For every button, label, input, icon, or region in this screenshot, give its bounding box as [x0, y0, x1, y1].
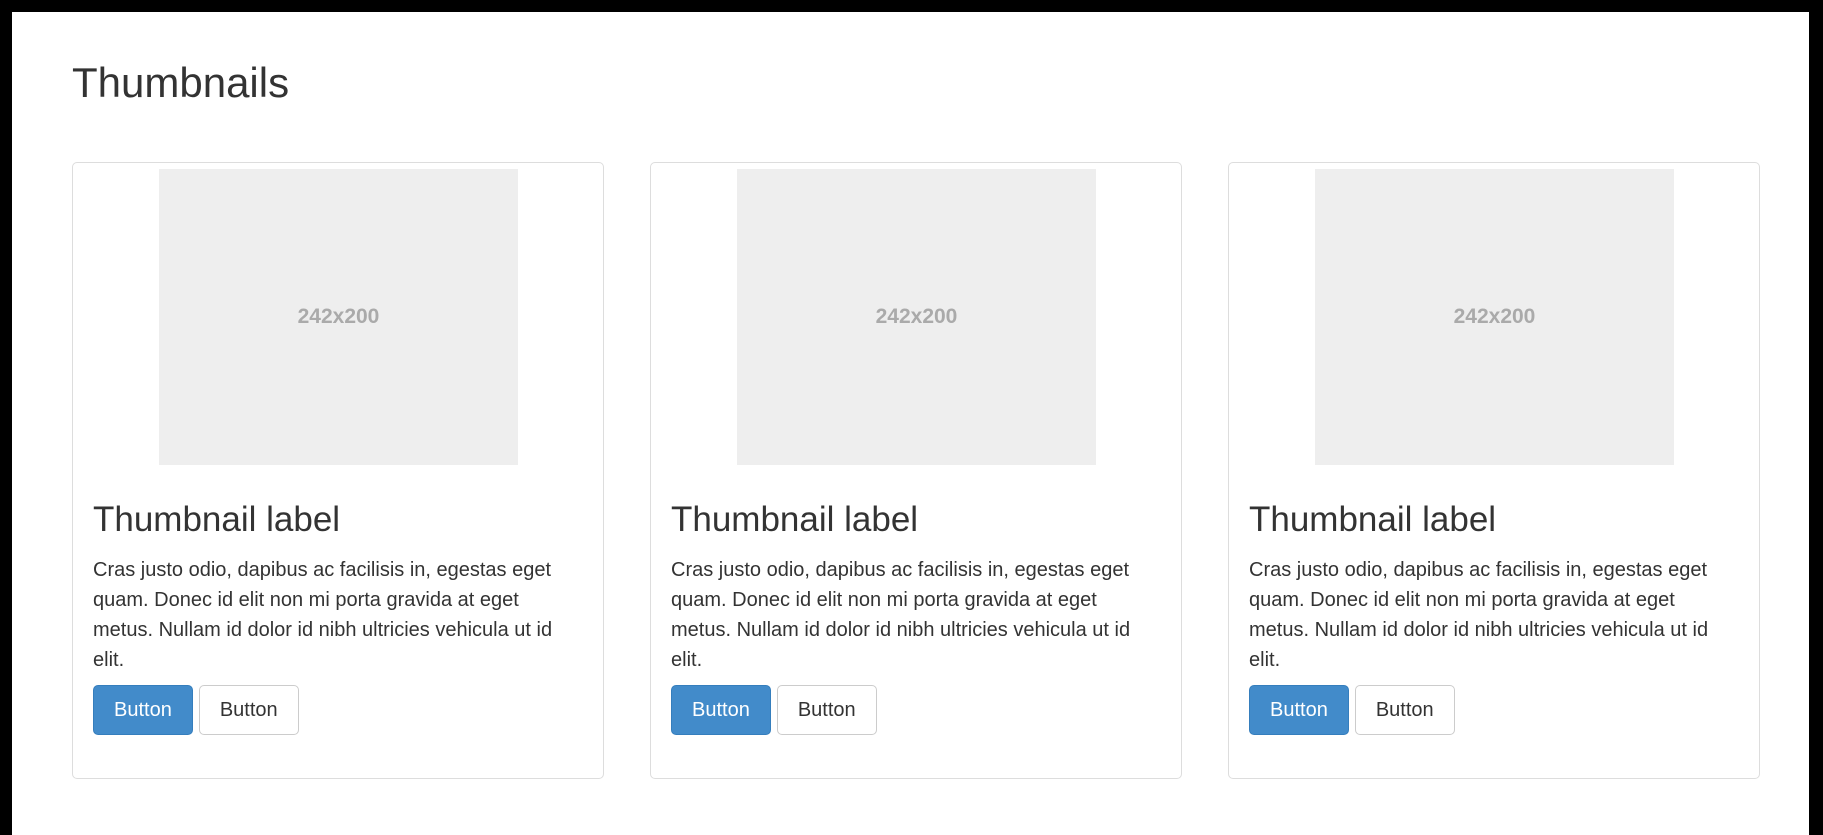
primary-button[interactable]: Button [93, 684, 193, 735]
thumbnail-label: Thumbnail label [671, 500, 919, 539]
default-button[interactable]: Button [776, 684, 877, 735]
thumbnail-image-placeholder: 242x200 [159, 169, 518, 465]
thumbnail-text: Cras justo odio, dapibus ac facilisis in… [93, 558, 553, 671]
thumbnail-caption: Thumbnail label Cras justo odio, dapibus… [671, 500, 1161, 735]
thumbnail-buttons: Button Button [93, 684, 583, 735]
thumbnail-card: 242x200 Thumbnail label Cras justo odio,… [72, 162, 604, 779]
thumbnail-buttons: Button Button [671, 684, 1161, 735]
thumbnail-text: Cras justo odio, dapibus ac facilisis in… [671, 558, 1131, 671]
thumbnail-card: 242x200 Thumbnail label Cras justo odio,… [650, 162, 1182, 779]
thumbnail-text: Cras justo odio, dapibus ac facilisis in… [1249, 558, 1709, 671]
thumbnail-caption: Thumbnail label Cras justo odio, dapibus… [1249, 500, 1739, 735]
page-frame: Thumbnails 242x200 Thumbnail label Cras … [12, 12, 1809, 835]
thumbnail-card: 242x200 Thumbnail label Cras justo odio,… [1228, 162, 1760, 779]
primary-button[interactable]: Button [1249, 684, 1349, 735]
thumbnail-row: 242x200 Thumbnail label Cras justo odio,… [72, 162, 1760, 779]
thumbnail-buttons: Button Button [1249, 684, 1739, 735]
thumbnail-image-placeholder: 242x200 [1315, 169, 1674, 465]
default-button[interactable]: Button [1354, 684, 1455, 735]
thumbnail-label: Thumbnail label [93, 500, 341, 539]
thumbnail-caption: Thumbnail label Cras justo odio, dapibus… [93, 500, 583, 735]
primary-button[interactable]: Button [671, 684, 771, 735]
thumbnail-label: Thumbnail label [1249, 500, 1497, 539]
default-button[interactable]: Button [198, 684, 299, 735]
thumbnail-image-placeholder: 242x200 [737, 169, 1096, 465]
page-title: Thumbnails [72, 59, 290, 106]
